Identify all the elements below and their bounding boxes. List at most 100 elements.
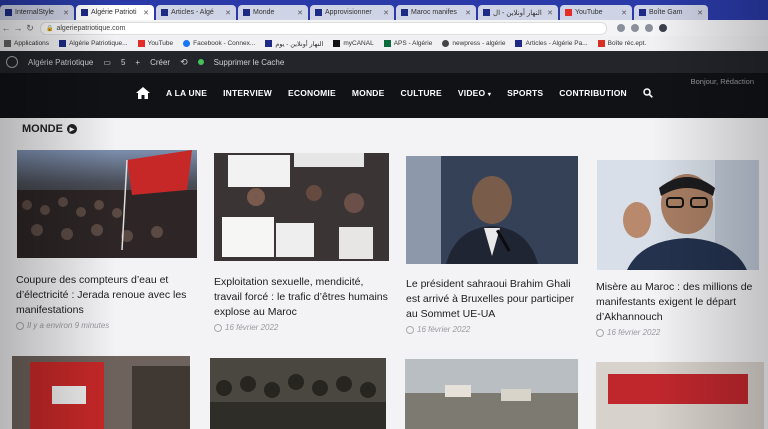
home-icon[interactable] [136, 87, 150, 99]
tab-favicon [5, 9, 12, 16]
tab-label: YouTube [575, 9, 603, 16]
browser-tab[interactable]: InternalStyle ✕ [0, 5, 74, 20]
close-icon[interactable]: ✕ [143, 9, 149, 17]
bookmark-item[interactable]: Algérie Patriotique... [59, 40, 128, 47]
nav-item-culture[interactable]: CULTURE [401, 88, 442, 98]
clock-icon [16, 321, 24, 330]
bookmark-favicon [333, 40, 341, 47]
extension-icon[interactable] [631, 24, 639, 32]
article-title[interactable]: Coupure des compteurs d’eau et d’électri… [16, 273, 201, 318]
back-icon[interactable]: ← [0, 23, 12, 33]
browser-tab[interactable]: Articles - Algé ✕ [156, 5, 236, 20]
admin-new-link[interactable]: Créer [150, 58, 170, 67]
article-date: Il y a environ 9 minutes [16, 321, 109, 330]
protest-crowd-image [17, 150, 197, 258]
wordpress-icon[interactable] [6, 56, 18, 68]
nav-item-a-la-une[interactable]: A LA UNE [166, 88, 207, 98]
url-input[interactable]: 🔒 algeriepatriotique.com [40, 21, 607, 35]
browser-tab[interactable]: Monde ✕ [238, 5, 308, 20]
browser-tab[interactable]: Approvisionner ✕ [310, 5, 394, 20]
bookmark-item[interactable]: newpress - algérie [442, 40, 505, 47]
close-icon[interactable]: ✕ [547, 9, 553, 17]
clock-icon [596, 328, 604, 337]
article-image[interactable] [406, 156, 578, 264]
politician-photo [597, 160, 759, 270]
article-image[interactable] [597, 160, 759, 270]
tab-label: النهار أونلاين - ال [493, 9, 542, 17]
article-image[interactable] [405, 359, 578, 429]
tab-label: Maroc manifes [411, 9, 457, 16]
tab-favicon [639, 9, 646, 16]
article-image[interactable] [214, 153, 389, 261]
browser-tab[interactable]: YouTube ✕ [560, 5, 632, 20]
police-crowd-image [210, 358, 386, 429]
bookmark-item[interactable]: Boîte réc.ept. [597, 40, 646, 47]
article-title[interactable]: Le président sahraoui Brahim Ghali est a… [406, 277, 576, 322]
comments-icon[interactable]: ▭ [103, 58, 111, 67]
village-image [405, 359, 578, 429]
tab-label: Approvisionner [325, 9, 372, 16]
nav-item-monde[interactable]: MONDE [352, 88, 385, 98]
browser-tab[interactable]: Maroc manifes ✕ [396, 5, 476, 20]
nav-item-sports[interactable]: SPORTS [507, 88, 543, 98]
main-navigation: Bonjour, Rédaction A LA UNE INTERVIEW EC… [0, 73, 768, 118]
street-scene-image [12, 356, 190, 429]
nav-item-video[interactable]: VIDEO ▾ [458, 88, 491, 98]
bookmark-item[interactable]: Facebook - Connex... [183, 40, 255, 47]
tab-label: Algérie Patrioti [91, 9, 137, 16]
close-icon[interactable]: ✕ [383, 9, 389, 17]
article-title[interactable]: Misère au Maroc : des millions de manife… [596, 280, 761, 325]
bookmark-item[interactable]: Articles - Algérie Pa... [515, 40, 588, 47]
apps-grid-icon [4, 40, 11, 47]
admin-bar: Algérie Patriotique ▭ 5 + Créer ⟲ Suppri… [0, 51, 768, 73]
clear-cache-link[interactable]: Supprimer le Cache [214, 58, 285, 67]
bookmark-item[interactable]: النهار أونلاين - يوم [265, 40, 323, 48]
search-icon[interactable] [643, 88, 653, 98]
close-icon[interactable]: ✕ [225, 9, 231, 17]
bookmark-item[interactable]: myCANAL [333, 40, 374, 47]
nav-item-contribution[interactable]: CONTRIBUTION [559, 88, 627, 98]
bookmark-favicon [442, 40, 450, 47]
bookmark-favicon [383, 40, 391, 47]
nav-item-economie[interactable]: ECONOMIE [288, 88, 336, 98]
greeting[interactable]: Bonjour, Rédaction [691, 77, 754, 86]
flag-image [596, 362, 764, 429]
browser-tab-active[interactable]: Algérie Patrioti ✕ [76, 5, 154, 20]
nav-item-interview[interactable]: INTERVIEW [223, 88, 272, 98]
facebook-icon [183, 40, 191, 47]
tab-favicon [565, 9, 572, 16]
profile-icon[interactable] [659, 24, 667, 32]
extension-icon[interactable] [617, 24, 625, 32]
admin-site-link[interactable]: Algérie Patriotique [28, 58, 93, 67]
article-date: 16 février 2022 [214, 323, 278, 332]
bookmark-item[interactable]: APS - Algérie [383, 40, 432, 47]
close-icon[interactable]: ✕ [465, 9, 471, 17]
tab-favicon [161, 9, 168, 16]
close-icon[interactable]: ✕ [297, 9, 303, 17]
article-image[interactable] [596, 362, 764, 429]
youtube-icon [137, 40, 145, 47]
close-icon[interactable]: ✕ [697, 9, 703, 17]
close-icon[interactable]: ✕ [621, 9, 627, 17]
article-image[interactable] [12, 356, 190, 429]
forward-icon[interactable]: → [12, 23, 24, 33]
article-image[interactable] [210, 358, 386, 429]
bookmark-applications[interactable]: Applications [4, 40, 49, 47]
browser-tab[interactable]: Boîte Gam ✕ [634, 5, 708, 20]
tab-favicon [81, 9, 88, 16]
browser-tab[interactable]: النهار أونلاين - ال ✕ [478, 5, 558, 20]
article-title[interactable]: Exploitation sexuelle, mendicité, travai… [214, 275, 394, 320]
article-image[interactable] [17, 150, 197, 258]
bookmark-item[interactable]: YouTube [137, 40, 173, 47]
extension-icon[interactable] [645, 24, 653, 32]
tab-favicon [315, 9, 322, 16]
reload-icon[interactable]: ↻ [24, 23, 36, 34]
cache-status-icon: ⟲ [180, 56, 188, 67]
play-circle-icon: ▶ [66, 124, 77, 134]
address-bar-row: ← → ↻ 🔒 algeriepatriotique.com [0, 20, 768, 36]
section-title[interactable]: MONDE ▶ [22, 123, 77, 135]
screen: InternalStyle ✕ Algérie Patrioti ✕ Article… [0, 0, 768, 429]
tab-favicon [483, 9, 490, 16]
close-icon[interactable]: ✕ [63, 9, 69, 17]
clock-icon [214, 323, 222, 332]
